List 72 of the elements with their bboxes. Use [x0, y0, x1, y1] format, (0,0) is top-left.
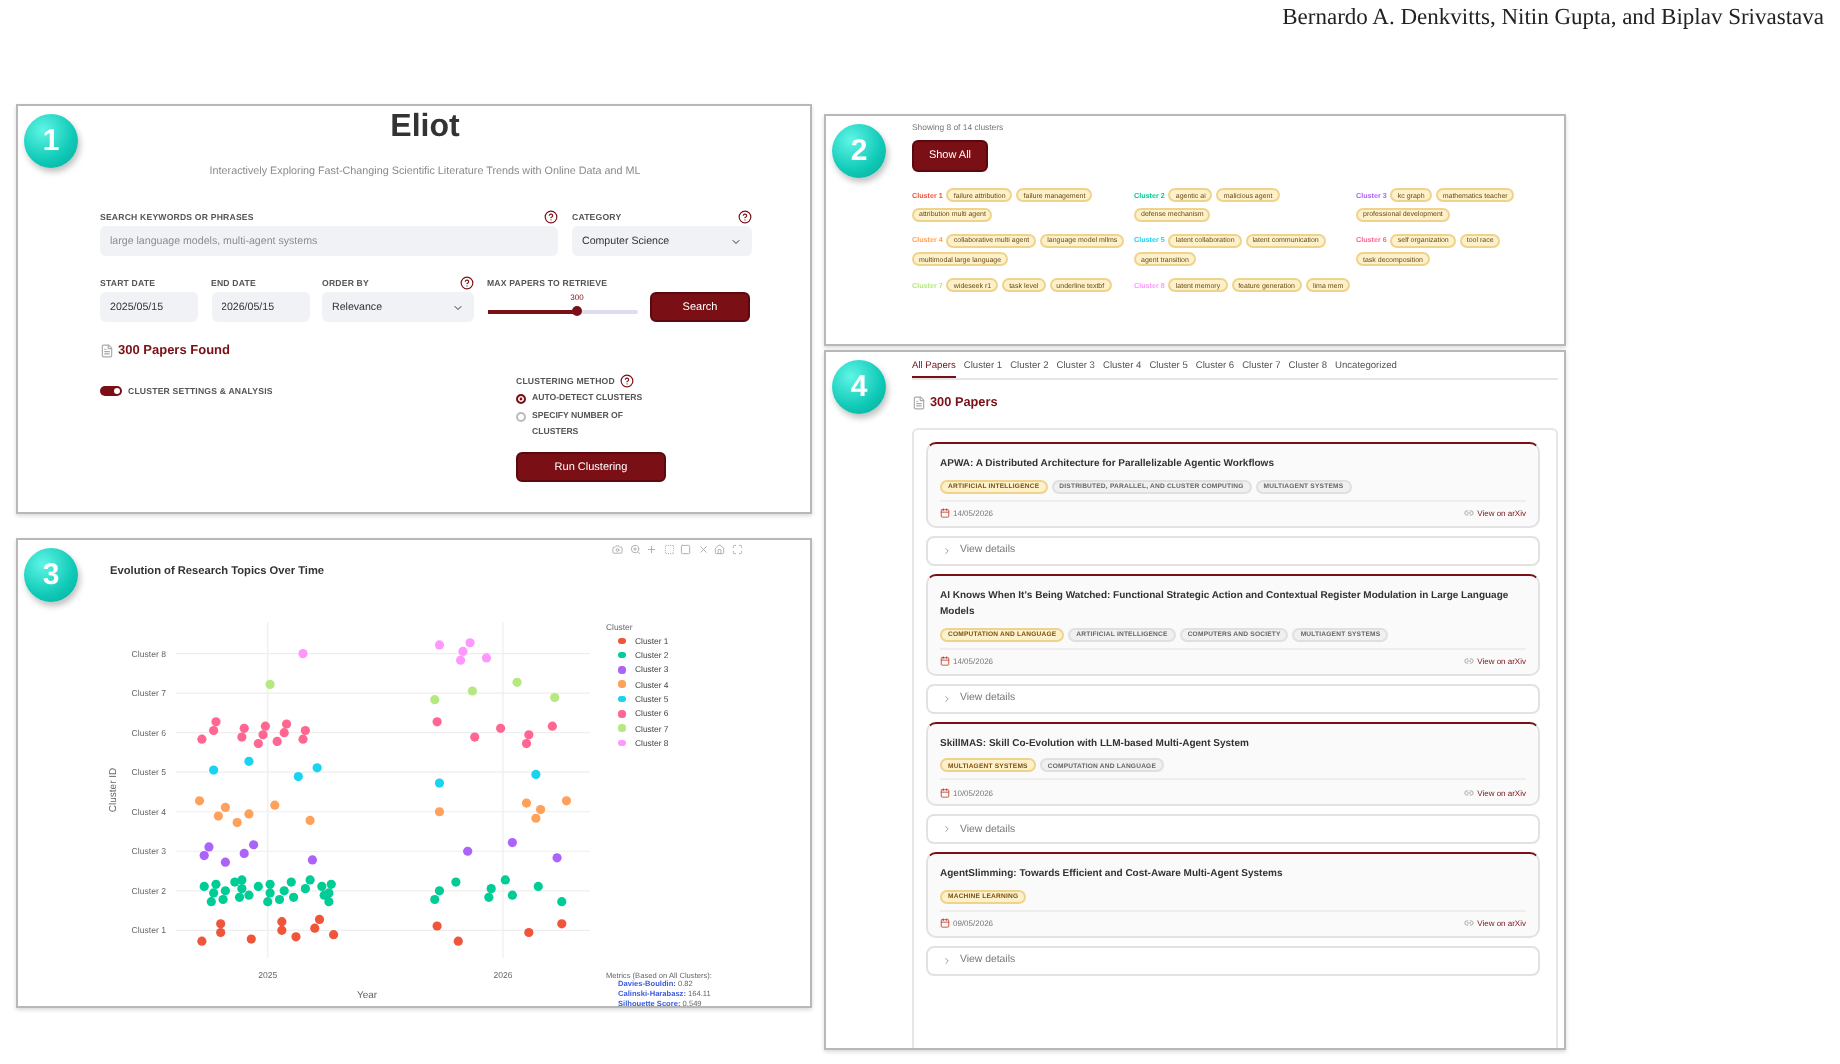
- data-point: [293, 771, 303, 782]
- data-point: [533, 881, 543, 892]
- data-point: [312, 763, 322, 773]
- chevron-right-icon: [942, 693, 952, 703]
- data-point: [270, 800, 280, 810]
- link-icon: [1464, 508, 1475, 518]
- document-icon: [912, 396, 926, 410]
- calendar-icon: [940, 508, 950, 518]
- data-point: [547, 721, 557, 731]
- data-point: [507, 837, 517, 848]
- help-icon[interactable]: [620, 373, 635, 387]
- step-badge: 2: [832, 124, 886, 178]
- app-title: Eliot: [388, 110, 462, 148]
- data-point: [500, 875, 510, 885]
- data-point: [329, 930, 339, 940]
- data-point: [463, 846, 473, 856]
- help-icon[interactable]: [460, 275, 474, 289]
- link-icon: [1464, 918, 1475, 928]
- data-point: [246, 934, 256, 944]
- data-point: [470, 732, 480, 742]
- data-point: [496, 723, 506, 733]
- data-point: [521, 798, 532, 808]
- step-badge: 1: [24, 114, 78, 168]
- data-point: [197, 936, 207, 946]
- chevron-down-icon: [730, 235, 742, 247]
- data-point: [434, 807, 445, 817]
- chevron-right-icon: [942, 955, 952, 965]
- data-point: [453, 936, 463, 946]
- chevron-down-icon: [452, 301, 464, 313]
- data-point: [291, 932, 301, 942]
- data-point: [552, 853, 562, 863]
- data-point: [561, 796, 572, 806]
- data-point: [557, 919, 567, 929]
- data-point: [481, 653, 492, 663]
- data-point: [512, 677, 522, 687]
- help-icon[interactable]: [738, 209, 752, 223]
- help-icon[interactable]: [544, 209, 558, 223]
- data-point: [209, 765, 219, 775]
- author-line: Bernardo A. Denkvitts, Nitin Gupta, and Biplav Srivastava: [1282, 6, 1824, 34]
- data-point: [507, 890, 517, 900]
- data-point: [432, 717, 442, 727]
- document-icon: [100, 344, 114, 358]
- slider-thumb[interactable]: [572, 306, 582, 316]
- data-point: [432, 921, 442, 931]
- calendar-icon: [940, 787, 950, 797]
- data-point: [451, 877, 461, 887]
- data-point: [531, 769, 541, 779]
- step-badge: 3: [24, 548, 78, 602]
- link-icon: [1464, 656, 1475, 666]
- data-point: [434, 778, 445, 788]
- data-point: [557, 897, 567, 907]
- radio-button[interactable]: [516, 393, 526, 403]
- radio-button[interactable]: [516, 412, 526, 422]
- toggle-switch[interactable]: [100, 386, 122, 396]
- data-point: [434, 640, 445, 650]
- chevron-right-icon: [942, 545, 952, 555]
- data-point: [524, 927, 534, 938]
- data-point: [220, 857, 230, 867]
- data-point: [467, 686, 477, 696]
- step-badge: 4: [832, 360, 886, 414]
- data-point: [430, 695, 440, 705]
- data-point: [298, 649, 308, 659]
- data-point: [305, 815, 315, 826]
- calendar-icon: [940, 918, 950, 928]
- calendar-icon: [940, 656, 950, 666]
- chevron-right-icon: [942, 824, 952, 834]
- data-point: [307, 855, 318, 865]
- data-point: [550, 692, 560, 703]
- data-point: [265, 679, 275, 690]
- data-point: [194, 796, 205, 806]
- data-point: [244, 756, 254, 766]
- link-icon: [1464, 787, 1475, 797]
